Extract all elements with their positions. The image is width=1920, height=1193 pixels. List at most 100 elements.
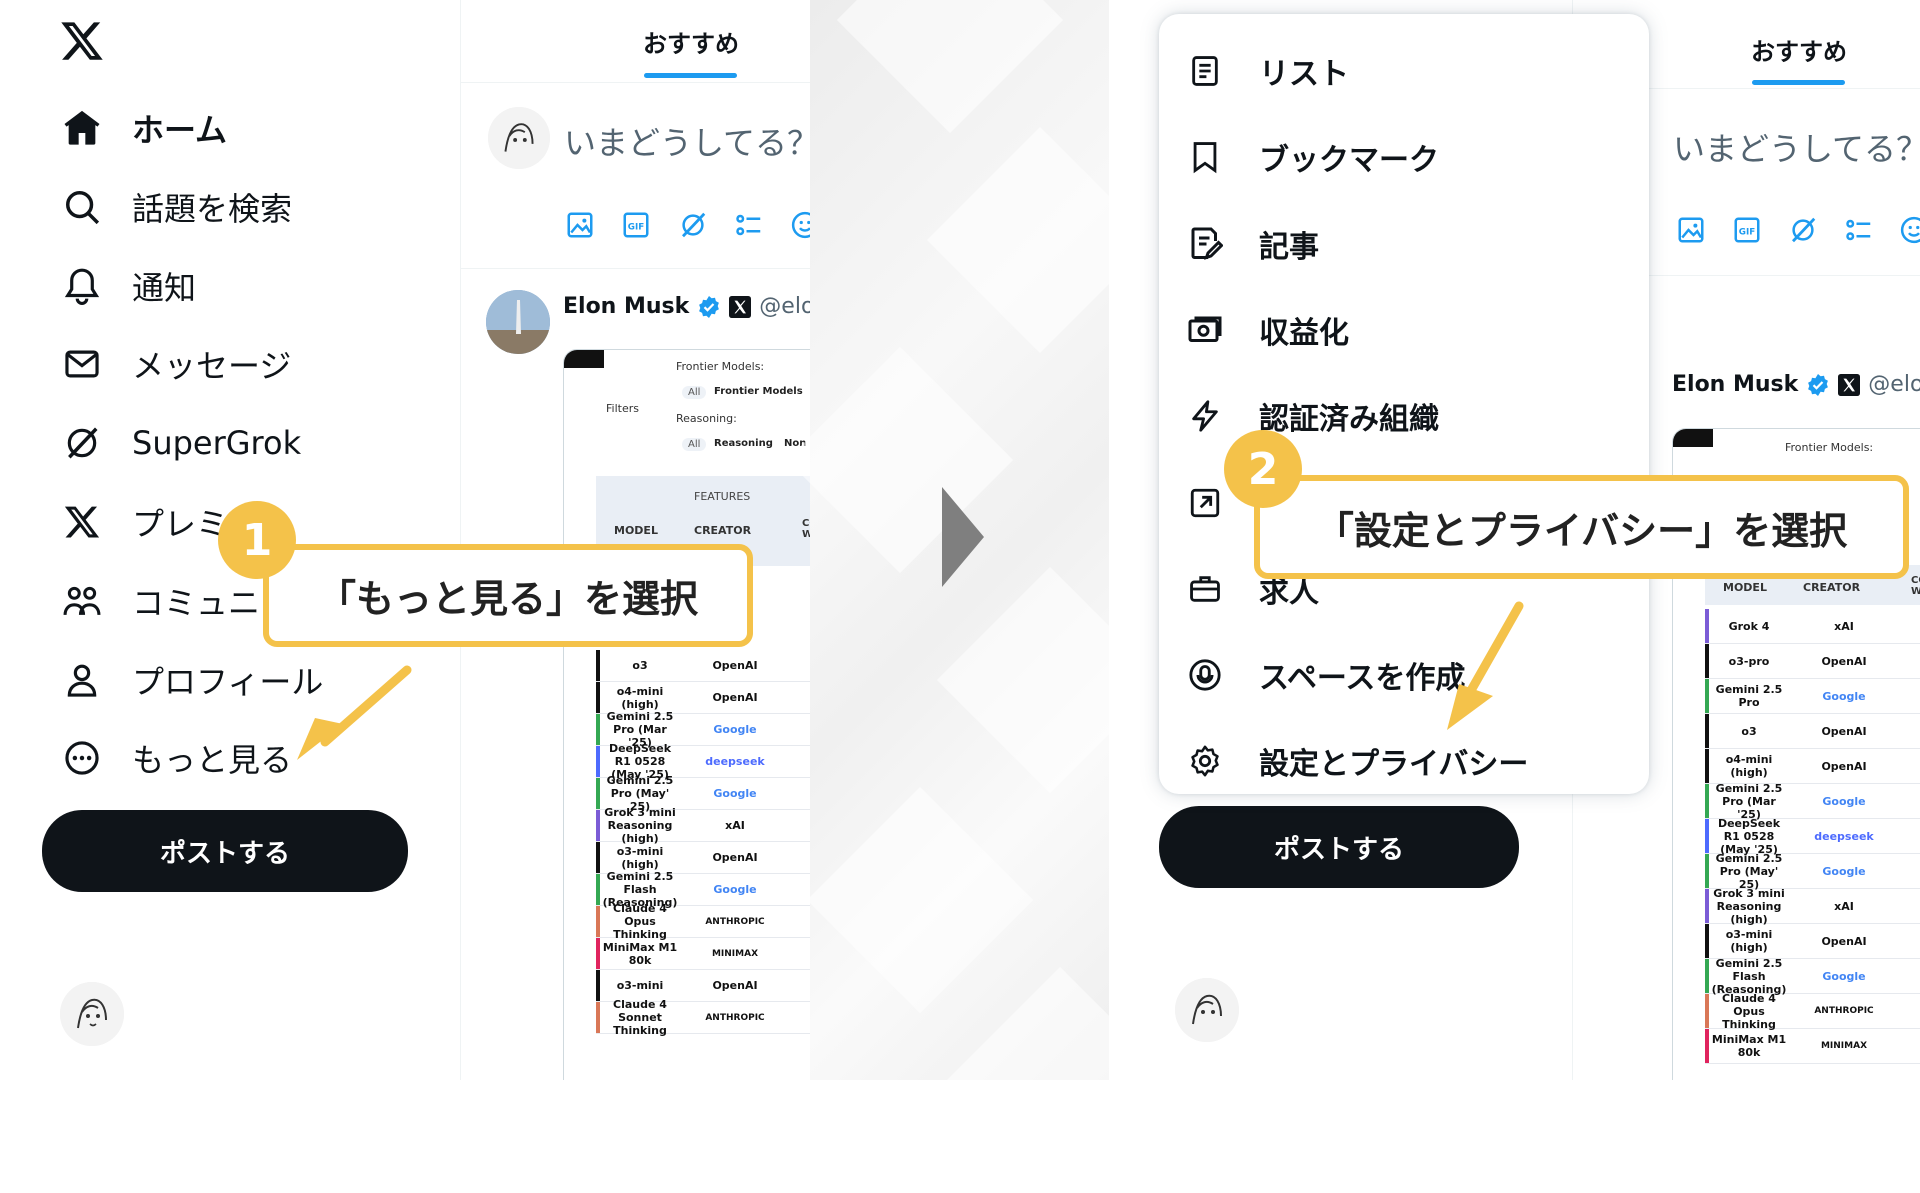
- nav-explore[interactable]: 話題を検索: [60, 177, 292, 237]
- table-row: Gemini 2.5 Flash (Reasoning) Google: [1705, 956, 1920, 996]
- article-icon: [1183, 222, 1227, 266]
- tab-for-you[interactable]: おすすめ: [1751, 32, 1847, 67]
- nav-notifications[interactable]: 通知: [60, 256, 196, 316]
- menu-item-verified-orgs-label: 認証済み組織: [1259, 402, 1439, 437]
- tweet-author-name[interactable]: Elon Musk: [1672, 372, 1798, 397]
- col-model[interactable]: MODEL: [614, 524, 658, 537]
- reasoning-chip-all[interactable]: All: [682, 438, 707, 451]
- reasoning-label: Reasoning:: [676, 412, 737, 425]
- home-icon: [60, 106, 104, 150]
- nav-explore-label: 話題を検索: [132, 190, 293, 228]
- post-button[interactable]: ポストする: [1159, 806, 1519, 888]
- feed-border: [460, 0, 461, 1080]
- model-cell: Gemini 2.5 Flash (Reasoning): [1711, 956, 1787, 996]
- model-cell: Gemini 2.5 Pro: [1715, 683, 1783, 709]
- table-row: Gemini 2.5 Pro (May' 25) Google: [1705, 852, 1920, 891]
- tab-divider: [461, 82, 810, 83]
- table-row: MiniMax M1 80k MINIMAX: [596, 938, 810, 970]
- table-rows: o3 OpenAI o4-mini (high) OpenAI Gemini 2.5 P…: [596, 650, 810, 1080]
- table-row: Claude 4 Opus Thinking ANTHROPIC: [596, 902, 810, 941]
- nav-supergrok[interactable]: SuperGrok: [60, 413, 301, 473]
- reasoning-chip-reasoning[interactable]: Reasoning: [714, 438, 773, 449]
- next-step-arrow-icon: [942, 487, 984, 587]
- monetization-icon: [1183, 308, 1227, 352]
- creator-cell: OpenAI: [712, 659, 758, 672]
- compose-input[interactable]: いまどうしてる？: [564, 118, 810, 164]
- nav-communities-label: コミュニ: [132, 584, 261, 622]
- creator-cell: Google: [1822, 689, 1866, 703]
- poll-icon[interactable]: [734, 210, 764, 240]
- gear-icon: [1183, 739, 1227, 783]
- x-affiliate-badge-icon: [1838, 373, 1861, 396]
- creator-cell: xAI: [725, 819, 745, 832]
- menu-item-settings-privacy[interactable]: 設定とプライバシー: [1159, 718, 1649, 804]
- tab-indicator: [1752, 80, 1845, 85]
- menu-item-bookmarks-label: ブックマーク: [1259, 143, 1439, 178]
- tweet-author-name[interactable]: Elon Musk: [563, 294, 689, 319]
- person-icon: [60, 658, 104, 702]
- media-icon[interactable]: [1676, 215, 1706, 245]
- nav-premium-label: プレミ: [132, 505, 229, 543]
- model-cell: o3: [632, 659, 648, 672]
- tweet-author-handle[interactable]: @elon: [1868, 372, 1920, 397]
- tweet-author-handle[interactable]: @elon: [759, 294, 810, 319]
- col-creator[interactable]: CREATOR: [1803, 581, 1860, 594]
- tweet-header: Elon Musk @elon: [563, 294, 810, 319]
- model-cell: o3-pro: [1728, 654, 1770, 668]
- emoji-icon[interactable]: [1899, 215, 1920, 245]
- gif-icon[interactable]: GIF: [1732, 215, 1762, 245]
- frontier-chip-all[interactable]: All: [682, 386, 707, 399]
- creator-cell: OpenAI: [1821, 724, 1867, 738]
- filters-label[interactable]: Filters: [606, 402, 639, 415]
- frontier-chip-models[interactable]: Frontier Models: [714, 386, 803, 397]
- menu-item-articles[interactable]: 記事: [1159, 201, 1649, 287]
- account-avatar[interactable]: [60, 982, 124, 1046]
- menu-item-bookmarks[interactable]: ブックマーク: [1159, 114, 1649, 200]
- nav-home[interactable]: ホーム: [60, 98, 227, 158]
- col-context-window[interactable]: CONT WIND: [802, 518, 810, 540]
- account-avatar[interactable]: [1175, 978, 1239, 1042]
- bell-icon: [60, 264, 104, 308]
- grok-tool-icon[interactable]: [678, 210, 708, 240]
- nav-messages[interactable]: メッセージ: [60, 334, 291, 394]
- instruction-callout-2: 「設定とプライバシー」を選択: [1254, 475, 1909, 579]
- creator-cell: OpenAI: [712, 979, 758, 992]
- menu-item-lists[interactable]: リスト: [1159, 28, 1649, 114]
- menu-item-monetization[interactable]: 収益化: [1159, 287, 1649, 373]
- left-screenshot-panel: ホーム 話題を検索 通知 メッセージ SuperGrok プレミ コミュニ プロ…: [0, 0, 810, 1080]
- table-row: o3 OpenAI: [1705, 714, 1920, 749]
- x-logo-icon[interactable]: [58, 18, 106, 64]
- tweet-author-avatar[interactable]: [486, 290, 550, 354]
- table-rows: Grok 4 xAI o3-pro OpenAI Gemini 2.5 Pro Googl…: [1705, 609, 1920, 1080]
- creator-cell: MINIMAX: [711, 948, 759, 959]
- nav-more[interactable]: もっと見る: [60, 728, 292, 788]
- menu-item-create-space[interactable]: スペースを作成: [1159, 632, 1649, 718]
- compose-avatar: [488, 107, 550, 169]
- nav-profile[interactable]: プロフィール: [60, 650, 323, 710]
- creator-cell: OpenAI: [1821, 934, 1867, 948]
- communities-icon: [60, 579, 104, 623]
- creator-cell: ANTHROPIC: [705, 916, 765, 927]
- poll-icon[interactable]: [1844, 215, 1874, 245]
- creator-cell: deepseek: [1814, 829, 1874, 843]
- compose-input[interactable]: いまどうしてる？: [1673, 124, 1920, 170]
- search-icon: [60, 185, 104, 229]
- table-row: o3-pro OpenAI: [1705, 644, 1920, 679]
- tweet-media-image[interactable]: Frontier Models: All Frontier Models Fil…: [563, 349, 810, 1080]
- creator-cell: Google: [1822, 864, 1866, 878]
- grok-tool-icon[interactable]: [1788, 215, 1818, 245]
- gif-icon[interactable]: GIF: [621, 210, 651, 240]
- table-row: Gemini 2.5 Pro Google: [1705, 679, 1920, 714]
- post-button[interactable]: ポストする: [42, 810, 408, 892]
- col-context-window[interactable]: CONT WIND: [1911, 575, 1920, 597]
- nav-communities[interactable]: コミュニ: [60, 571, 260, 631]
- emoji-icon[interactable]: [790, 210, 810, 240]
- menu-item-lists-label: リスト: [1259, 57, 1349, 92]
- col-model[interactable]: MODEL: [1723, 581, 1767, 594]
- tab-for-you[interactable]: おすすめ: [643, 24, 739, 59]
- col-creator[interactable]: CREATOR: [694, 524, 751, 537]
- table-row: MiniMax M1 80k MINIMAX: [1705, 1029, 1920, 1064]
- media-icon[interactable]: [565, 210, 595, 240]
- nav-premium[interactable]: プレミ: [60, 492, 228, 552]
- table-row: Claude 4 Sonnet Thinking ANTHROPIC: [596, 998, 810, 1037]
